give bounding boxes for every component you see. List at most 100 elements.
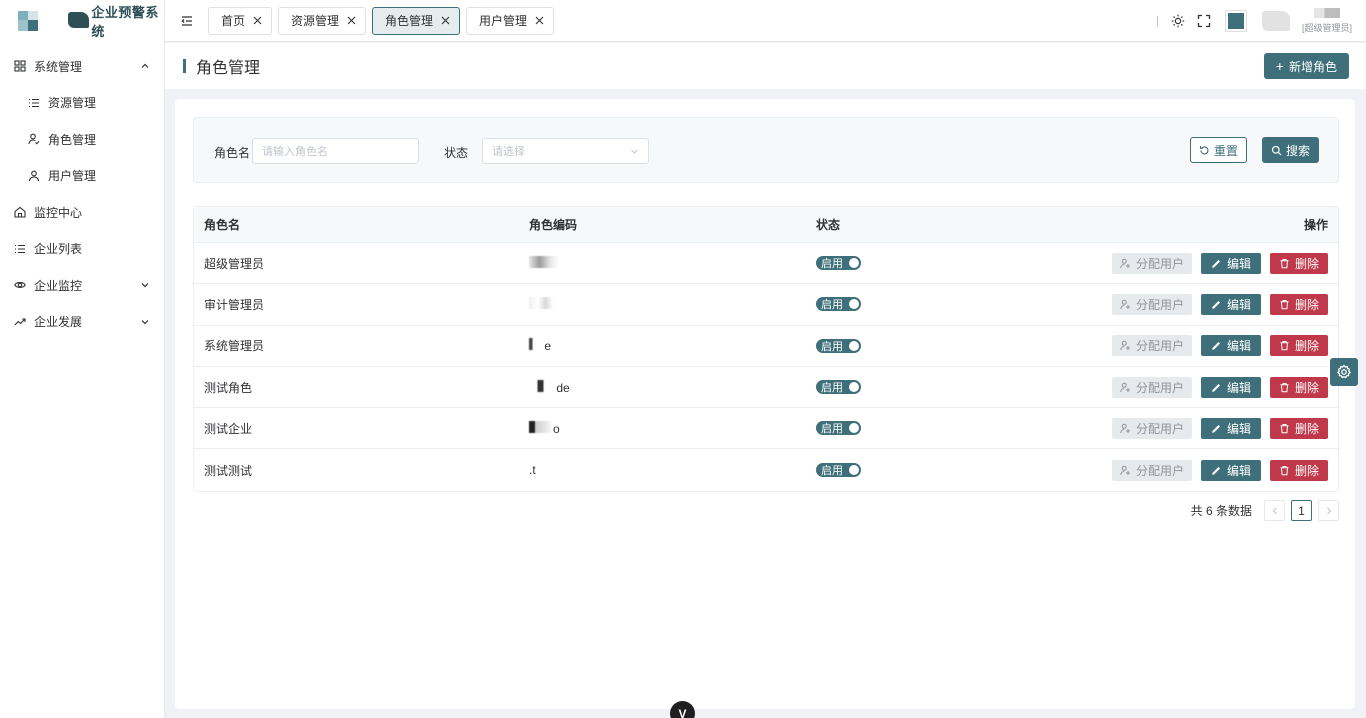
delete-button[interactable]: 删除 bbox=[1269, 252, 1328, 274]
plus-icon: + bbox=[1275, 58, 1284, 74]
status-toggle[interactable]: 启用 bbox=[816, 380, 861, 395]
role-name: 超级管理员 bbox=[204, 256, 265, 271]
assign-users-label: 分配用户 bbox=[1135, 380, 1184, 395]
edit-label: 编辑 bbox=[1226, 256, 1251, 271]
edit-button[interactable]: 编辑 bbox=[1200, 335, 1261, 357]
tab-users[interactable]: 用户管理 bbox=[466, 6, 555, 35]
assign-users-button[interactable]: 分配用户 bbox=[1111, 293, 1192, 315]
page-number-button[interactable]: 1 bbox=[1291, 500, 1312, 521]
trash-icon bbox=[1280, 341, 1289, 351]
trash-icon bbox=[1280, 382, 1289, 392]
role-code bbox=[519, 255, 806, 271]
reset-label: 重置 bbox=[1213, 143, 1238, 158]
status-toggle[interactable]: 启用 bbox=[816, 463, 861, 478]
sidebar-item-company-list[interactable]: 企业列表 bbox=[0, 231, 164, 268]
list-icon bbox=[14, 243, 26, 255]
sidebar-item-roles[interactable]: 角色管理 bbox=[0, 121, 164, 158]
pagination: 共 6 条数据 1 bbox=[1191, 500, 1339, 521]
close-icon[interactable] bbox=[253, 16, 262, 25]
toggle-knob bbox=[849, 423, 859, 434]
role-code-tail: o bbox=[553, 421, 560, 436]
page-title: 角色管理 bbox=[196, 60, 261, 77]
sidebar-item-label: 系统管理 bbox=[34, 59, 83, 74]
close-icon[interactable] bbox=[347, 16, 356, 25]
tab-roles[interactable]: 角色管理 bbox=[372, 6, 461, 35]
sidebar-menu: 系统管理 资源管理 角色管理 用户管理 监控中心 企业列表 企业监控 企业发展 bbox=[0, 48, 164, 340]
role-code: .t bbox=[519, 463, 806, 477]
role-code: e bbox=[519, 338, 806, 353]
status-toggle[interactable]: 启用 bbox=[816, 421, 861, 436]
edit-button[interactable]: 编辑 bbox=[1200, 293, 1261, 315]
sidebar-item-system[interactable]: 系统管理 bbox=[0, 48, 164, 85]
status-toggle[interactable]: 启用 bbox=[816, 297, 861, 312]
delete-button[interactable]: 删除 bbox=[1269, 417, 1328, 439]
search-button[interactable]: 搜索 bbox=[1262, 137, 1319, 163]
delete-label: 删除 bbox=[1294, 380, 1319, 395]
tab-label: 首页 bbox=[221, 14, 246, 28]
sidebar-item-label: 企业列表 bbox=[34, 242, 83, 257]
edit-button[interactable]: 编辑 bbox=[1200, 459, 1261, 481]
user-role: [超级管理员] bbox=[1301, 23, 1352, 33]
status-text: 启用 bbox=[821, 382, 843, 395]
row-actions: 分配用户 编辑 删除 bbox=[1006, 293, 1338, 315]
assign-users-button[interactable]: 分配用户 bbox=[1111, 459, 1192, 481]
status-text: 启用 bbox=[821, 340, 843, 353]
settings-button[interactable] bbox=[1330, 358, 1358, 386]
status-toggle[interactable]: 启用 bbox=[816, 338, 861, 353]
user-info[interactable]: [超级管理员] bbox=[1298, 8, 1356, 34]
delete-button[interactable]: 删除 bbox=[1269, 459, 1328, 481]
user-plus-icon bbox=[1120, 258, 1130, 268]
delete-button[interactable]: 删除 bbox=[1269, 376, 1328, 398]
add-role-button[interactable]: + 新增角色 bbox=[1263, 53, 1349, 79]
edit-label: 编辑 bbox=[1226, 421, 1251, 436]
tab-resources[interactable]: 资源管理 bbox=[278, 6, 367, 35]
role-code-redacted bbox=[529, 420, 553, 433]
theme-color-swatch[interactable] bbox=[1225, 10, 1247, 32]
assign-users-button[interactable]: 分配用户 bbox=[1111, 417, 1192, 439]
row-actions: 分配用户 编辑 删除 bbox=[1006, 459, 1338, 481]
reset-button[interactable]: 重置 bbox=[1190, 137, 1247, 163]
sidebar-item-resources[interactable]: 资源管理 bbox=[0, 85, 164, 122]
collapse-menu-icon[interactable] bbox=[180, 14, 194, 28]
chevron-down-icon bbox=[141, 283, 149, 288]
delete-button[interactable]: 删除 bbox=[1269, 293, 1328, 315]
sidebar-item-label: 角色管理 bbox=[48, 132, 97, 147]
fullscreen-icon[interactable] bbox=[1197, 14, 1211, 28]
edit-button[interactable]: 编辑 bbox=[1200, 417, 1261, 439]
tab-home[interactable]: 首页 bbox=[208, 6, 273, 35]
status-select[interactable]: 请选择 bbox=[482, 138, 649, 164]
role-name: 测试角色 bbox=[204, 380, 253, 395]
logo-mark-icon bbox=[18, 11, 38, 31]
header-actions: 操作 bbox=[1006, 216, 1338, 233]
sidebar: 企业预警系统 系统管理 资源管理 角色管理 用户管理 监控中心 企业列表 企业监… bbox=[0, 0, 165, 718]
delete-button[interactable]: 删除 bbox=[1269, 335, 1328, 357]
assign-users-button[interactable]: 分配用户 bbox=[1111, 252, 1192, 274]
role-name-input[interactable]: 请输入角色名 bbox=[252, 138, 419, 164]
sidebar-item-company-growth[interactable]: 企业发展 bbox=[0, 304, 164, 341]
add-role-label: 新增角色 bbox=[1288, 59, 1337, 74]
role-name: 测试企业 bbox=[204, 421, 253, 436]
sun-icon[interactable] bbox=[1171, 14, 1185, 28]
next-page-button[interactable] bbox=[1318, 500, 1339, 521]
role-name: 系统管理员 bbox=[204, 339, 265, 354]
status-cell: 启用 bbox=[806, 421, 1006, 436]
pencil-icon bbox=[1212, 300, 1220, 309]
avatar[interactable] bbox=[1262, 11, 1290, 31]
title-accent-bar bbox=[183, 59, 186, 73]
close-icon[interactable] bbox=[441, 16, 450, 25]
delete-label: 删除 bbox=[1294, 256, 1319, 271]
sidebar-item-monitor-center[interactable]: 监控中心 bbox=[0, 194, 164, 231]
sidebar-item-company-monitor[interactable]: 企业监控 bbox=[0, 267, 164, 304]
status-toggle[interactable]: 启用 bbox=[816, 256, 861, 271]
sidebar-item-users[interactable]: 用户管理 bbox=[0, 158, 164, 195]
table-row: 测试测试 .t 启用 分配用户 编辑 删除 bbox=[194, 449, 1338, 490]
edit-button[interactable]: 编辑 bbox=[1200, 376, 1261, 398]
prev-page-button[interactable] bbox=[1264, 500, 1285, 521]
status-text: 启用 bbox=[821, 423, 843, 436]
edit-button[interactable]: 编辑 bbox=[1200, 252, 1261, 274]
assign-users-button[interactable]: 分配用户 bbox=[1111, 335, 1192, 357]
assign-users-button[interactable]: 分配用户 bbox=[1111, 376, 1192, 398]
toggle-knob bbox=[849, 340, 859, 351]
status-text: 启用 bbox=[821, 258, 843, 271]
close-icon[interactable] bbox=[535, 16, 544, 25]
